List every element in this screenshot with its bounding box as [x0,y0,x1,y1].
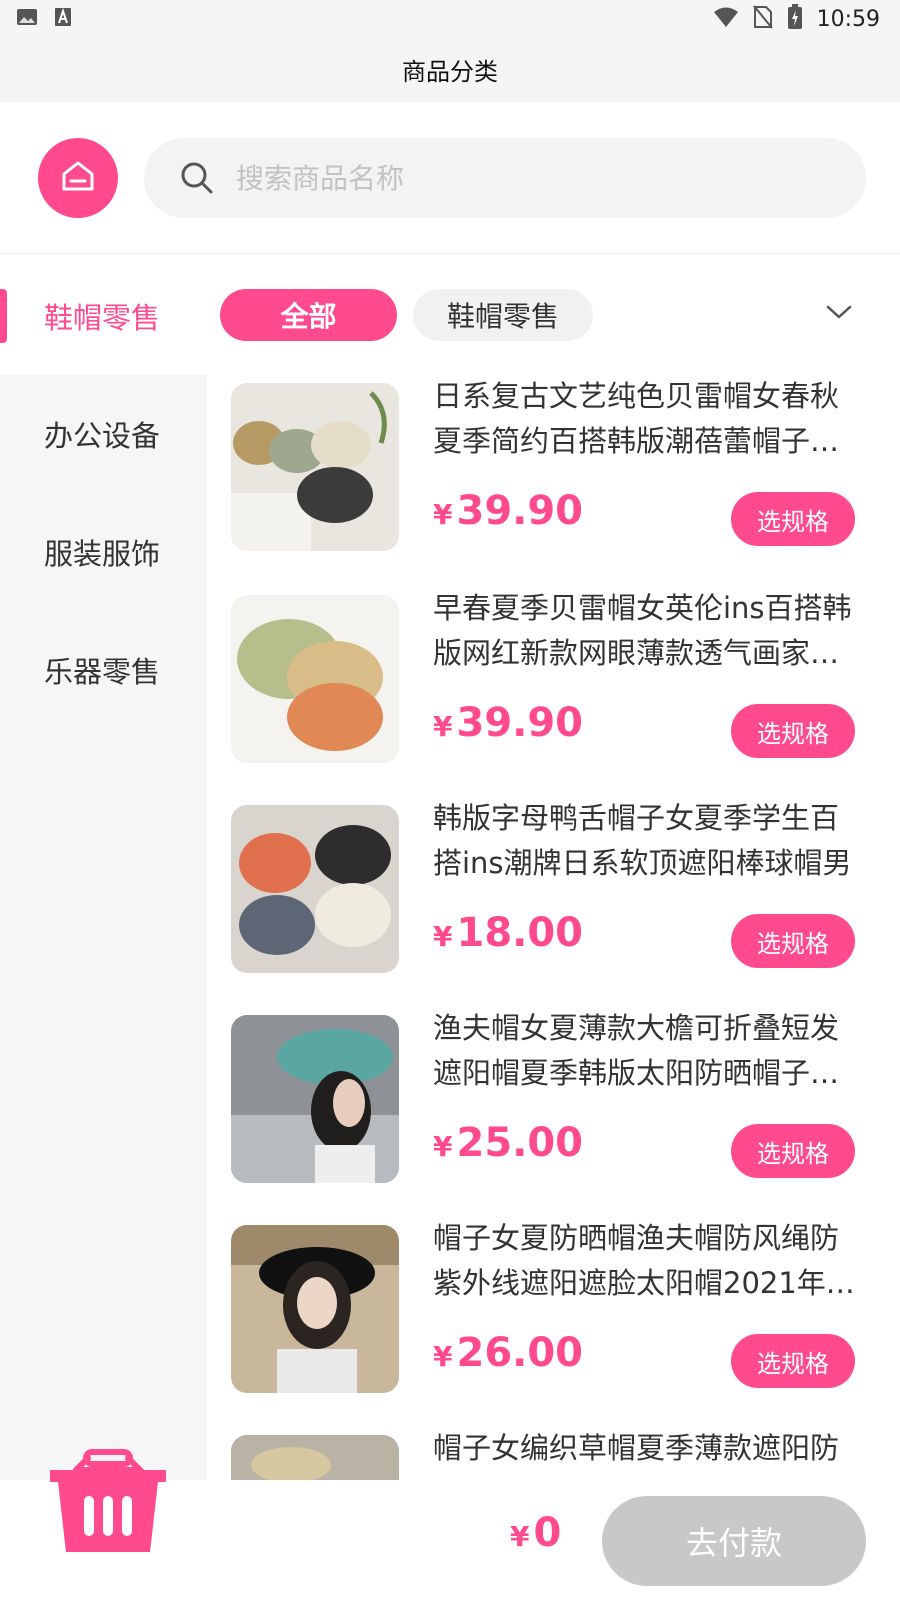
product-image[interactable] [231,1015,399,1183]
product-price: ¥39.90 [433,700,583,746]
price-value: 39.90 [456,700,584,746]
select-spec-button[interactable]: 选规格 [731,914,855,968]
product-name: 帽子女编织草帽夏季薄款遮阳防 [433,1431,840,1465]
product-image[interactable] [231,383,399,551]
product-price: ¥25.00 [433,1120,583,1166]
sidebar-item-label: 办公设备 [44,419,161,453]
search-input[interactable] [236,156,836,200]
wifi-icon [713,6,739,32]
search-icon [180,161,214,199]
search-box[interactable] [144,138,866,218]
list-item[interactable]: 日系复古文艺纯色贝雷帽女春秋夏季简约百搭韩版潮蓓蕾帽子… ¥39.90 选规格 [207,370,900,585]
product-price: ¥18.00 [433,910,583,956]
product-name: 渔夫帽女夏薄款大檐可折叠短发遮阳帽夏季韩版太阳防晒帽子… [433,1011,840,1090]
price-value: 18.00 [456,910,584,956]
home-icon [58,156,98,200]
image-icon [16,6,38,32]
product-list: 日系复古文艺纯色贝雷帽女春秋夏季简约百搭韩版潮蓓蕾帽子… ¥39.90 选规格 … [207,370,900,1480]
product-price: ¥39.90 [433,488,583,534]
currency-symbol: ¥ [433,498,453,531]
currency-symbol: ¥ [433,920,453,953]
cart-total: ¥0 [510,1510,561,1556]
currency-symbol: ¥ [433,710,453,743]
sidebar-item-label: 鞋帽零售 [44,301,161,335]
status-time: 10:59 [816,6,880,32]
chevron-down-icon[interactable] [826,304,852,324]
sidebar-item-clothing[interactable]: 服装服饰 [0,491,207,611]
cart-basket-icon[interactable] [46,1448,170,1564]
product-name: 早春夏季贝雷帽女英伦ins百搭韩版网红新款网眼薄款透气画家… [433,591,852,670]
sidebar-item-instruments[interactable]: 乐器零售 [0,609,207,729]
currency-symbol: ¥ [433,1130,453,1163]
select-spec-button[interactable]: 选规格 [731,1124,855,1178]
home-button[interactable] [38,138,118,218]
no-sim-icon [752,5,773,33]
product-image[interactable] [231,805,399,973]
search-area [0,102,900,254]
category-sidebar: 鞋帽零售 办公设备 服装服饰 乐器零售 [0,255,207,1480]
currency-symbol: ¥ [433,1340,453,1373]
select-spec-button[interactable]: 选规格 [731,492,855,546]
font-icon [52,6,74,32]
sidebar-item-label: 服装服饰 [44,537,161,571]
sidebar-item-shoes-hats[interactable]: 鞋帽零售 [0,255,207,375]
product-name: 帽子女夏防晒帽渔夫帽防风绳防紫外线遮阳遮脸太阳帽2021年… [433,1221,855,1300]
page-title: 商品分类 [402,58,498,86]
product-image[interactable] [231,1435,399,1480]
list-item[interactable]: 韩版字母鸭舌帽子女夏季学生百搭ins潮牌日系软顶遮阳棒球帽男 ¥18.00 选规… [207,792,900,1007]
total-value: 0 [533,1510,562,1556]
list-item[interactable]: 早春夏季贝雷帽女英伦ins百搭韩版网红新款网眼薄款透气画家… ¥39.90 选规… [207,582,900,797]
status-bar: 10:59 [0,0,900,36]
sidebar-item-label: 乐器零售 [44,655,161,689]
bottom-bar: ¥0 去付款 [0,1449,900,1600]
filter-chip-shoes-hats[interactable]: 鞋帽零售 [413,289,593,341]
select-spec-button[interactable]: 选规格 [731,1334,855,1388]
list-item[interactable]: 帽子女编织草帽夏季薄款遮阳防 [207,1422,900,1480]
product-name: 日系复古文艺纯色贝雷帽女春秋夏季简约百搭韩版潮蓓蕾帽子… [433,379,840,458]
product-name: 韩版字母鸭舌帽子女夏季学生百搭ins潮牌日系软顶遮阳棒球帽男 [433,801,852,880]
product-price: ¥26.00 [433,1330,583,1376]
title-bar: 商品分类 [0,36,900,102]
checkout-button[interactable]: 去付款 [602,1496,866,1586]
price-value: 39.90 [456,488,584,534]
active-indicator [0,289,7,343]
sidebar-item-office[interactable]: 办公设备 [0,373,207,493]
price-value: 26.00 [456,1330,584,1376]
battery-icon [787,4,803,34]
product-image[interactable] [231,595,399,763]
price-value: 25.00 [456,1120,584,1166]
select-spec-button[interactable]: 选规格 [731,704,855,758]
filter-chip-all[interactable]: 全部 [220,289,397,341]
product-image[interactable] [231,1225,399,1393]
list-item[interactable]: 帽子女夏防晒帽渔夫帽防风绳防紫外线遮阳遮脸太阳帽2021年… ¥26.00 选规… [207,1212,900,1427]
currency-symbol: ¥ [510,1520,530,1553]
list-item[interactable]: 渔夫帽女夏薄款大檐可折叠短发遮阳帽夏季韩版太阳防晒帽子… ¥25.00 选规格 [207,1002,900,1217]
